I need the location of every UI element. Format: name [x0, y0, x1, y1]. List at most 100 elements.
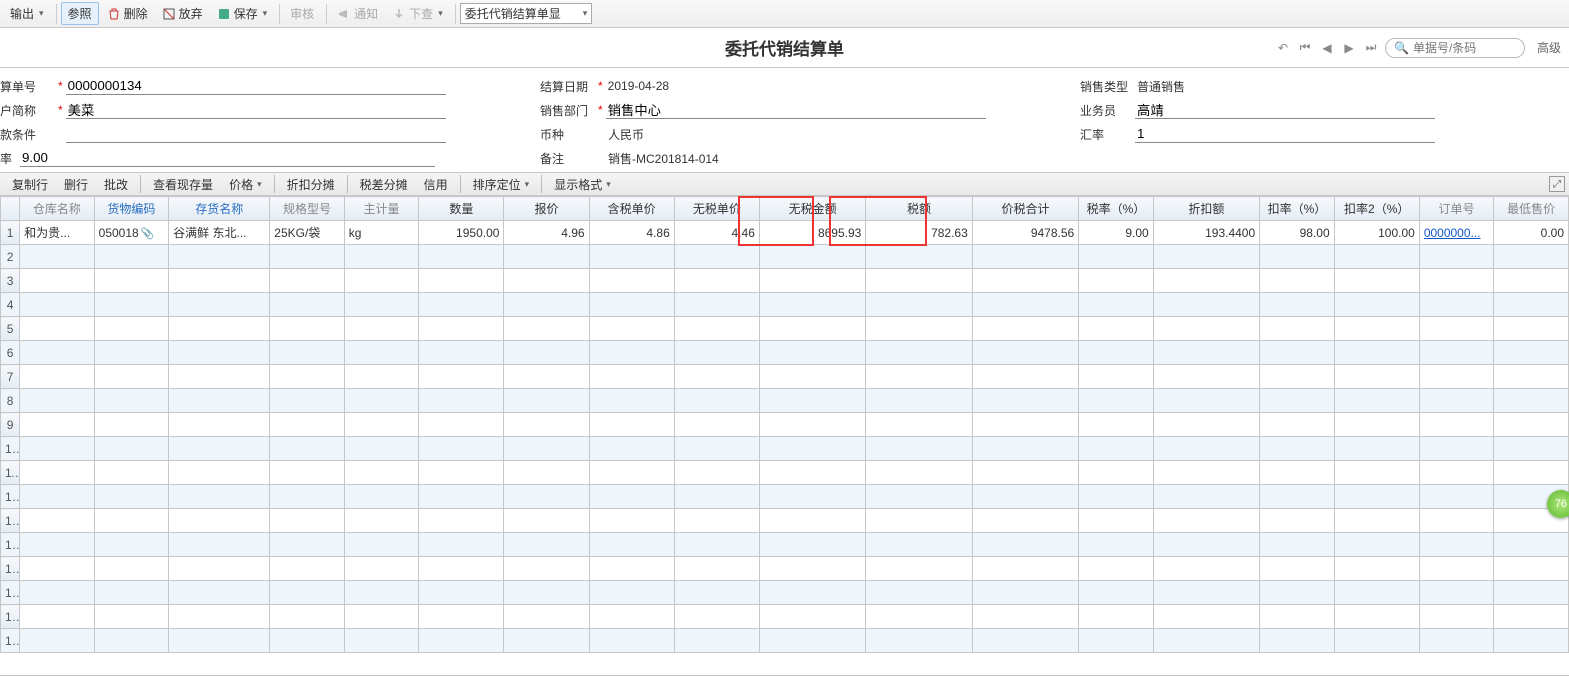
exch-rate-label: 汇率	[1080, 126, 1135, 143]
sales-person-input[interactable]	[1135, 101, 1435, 119]
col-tax-price[interactable]: 含税单价	[589, 197, 674, 221]
table-row[interactable]: 17	[1, 605, 1569, 629]
col-tax-rate[interactable]: 税率（%）	[1079, 197, 1154, 221]
col-notax-price[interactable]: 无税单价	[674, 197, 759, 221]
taxdiff-button[interactable]: 税差分摊	[352, 174, 416, 195]
order-no-label: 算单号	[0, 78, 55, 95]
table-row[interactable]: 7	[1, 365, 1569, 389]
advanced-link[interactable]: 高级	[1537, 39, 1561, 56]
delete-button[interactable]: 删除	[101, 3, 154, 24]
rownum-header[interactable]	[1, 197, 20, 221]
settle-date-label: 结算日期	[540, 78, 595, 95]
col-spec[interactable]: 规格型号	[270, 197, 345, 221]
delete-icon	[107, 7, 121, 21]
table-row[interactable]: 12	[1, 485, 1569, 509]
col-warehouse[interactable]: 仓库名称	[20, 197, 95, 221]
notify-button[interactable]: 通知	[331, 3, 384, 24]
order-ref-link[interactable]: 0000000...	[1424, 226, 1481, 240]
rate-input[interactable]	[20, 149, 435, 167]
col-disc-rate2[interactable]: 扣率2（%）	[1334, 197, 1419, 221]
col-disc-rate[interactable]: 扣率（%）	[1260, 197, 1335, 221]
sales-dept-label: 销售部门	[540, 102, 595, 119]
save-button[interactable]: 保存▾	[211, 3, 274, 24]
exch-rate-input[interactable]	[1135, 125, 1435, 143]
col-main-unit[interactable]: 主计量	[344, 197, 419, 221]
col-notax-amt[interactable]: 无税金额	[759, 197, 865, 221]
search-icon: 🔍	[1394, 41, 1409, 55]
discount-button[interactable]: 折扣分摊	[279, 174, 343, 195]
pay-term-input[interactable]	[66, 125, 446, 143]
col-price[interactable]: 报价	[504, 197, 589, 221]
currency-value: 人民币	[606, 125, 646, 144]
check-stock-button[interactable]: 查看现存量	[145, 174, 221, 195]
table-row[interactable]: 16	[1, 581, 1569, 605]
nav-last-icon[interactable]: ⏭	[1363, 40, 1379, 56]
search-input[interactable]	[1413, 41, 1513, 55]
order-no-input[interactable]	[66, 77, 446, 95]
nav-next-icon[interactable]: ▶	[1341, 40, 1357, 56]
price-button[interactable]: 价格▾	[221, 174, 270, 195]
grid-wrap[interactable]: 仓库名称 货物编码 存货名称 规格型号 主计量 数量 报价 含税单价 无税单价 …	[0, 196, 1569, 676]
audit-button[interactable]: 审核	[284, 3, 320, 24]
rate-label: 率	[0, 150, 20, 167]
table-row[interactable]: 8	[1, 389, 1569, 413]
del-row-button[interactable]: 删行	[56, 174, 96, 195]
table-row[interactable]: 1和为贵...050018📎谷满鲜 东北...25KG/袋kg1950.004.…	[1, 221, 1569, 245]
table-row[interactable]: 13	[1, 509, 1569, 533]
discard-icon	[162, 7, 176, 21]
mode-combo[interactable]: 委托代销结算单显▾	[460, 3, 593, 24]
separator	[140, 175, 141, 193]
col-stock-name[interactable]: 存货名称	[169, 197, 270, 221]
table-row[interactable]: 4	[1, 293, 1569, 317]
separator	[56, 4, 57, 24]
data-grid: 仓库名称 货物编码 存货名称 规格型号 主计量 数量 报价 含税单价 无税单价 …	[0, 196, 1569, 653]
col-total[interactable]: 价税合计	[972, 197, 1078, 221]
copy-row-button[interactable]: 复制行	[4, 174, 56, 195]
table-row[interactable]: 2	[1, 245, 1569, 269]
table-row[interactable]: 10	[1, 437, 1569, 461]
table-row[interactable]: 18	[1, 629, 1569, 653]
separator	[541, 175, 542, 193]
title-bar: 委托代销结算单 ↶ ⏮ ◀ ▶ ⏭ 🔍 高级	[0, 28, 1569, 68]
search-box[interactable]: 🔍	[1385, 38, 1525, 58]
table-row[interactable]: 5	[1, 317, 1569, 341]
separator	[274, 175, 275, 193]
main-toolbar: 输出▾ 参照 删除 放弃 保存▾ 审核 通知 下查▾ 委托代销结算单显▾	[0, 0, 1569, 28]
attachment-icon[interactable]: 📎	[141, 228, 155, 240]
table-row[interactable]: 14	[1, 533, 1569, 557]
col-qty[interactable]: 数量	[419, 197, 504, 221]
sales-person-label: 业务员	[1080, 102, 1135, 119]
col-stock-code[interactable]: 货物编码	[94, 197, 169, 221]
col-min-price[interactable]: 最低售价	[1494, 197, 1569, 221]
batch-button[interactable]: 批改	[96, 174, 136, 195]
table-row[interactable]: 15	[1, 557, 1569, 581]
nav-first-icon[interactable]: ⏮	[1297, 40, 1313, 56]
undo-icon[interactable]: ↶	[1275, 40, 1291, 56]
sales-dept-input[interactable]	[606, 101, 986, 119]
status-badge[interactable]: 76	[1547, 490, 1569, 518]
col-tax-amt[interactable]: 税额	[866, 197, 972, 221]
ref-button[interactable]: 参照	[61, 2, 99, 25]
expand-icon[interactable]: ⤢	[1549, 176, 1565, 192]
display-button[interactable]: 显示格式▾	[546, 174, 619, 195]
pulldown-button[interactable]: 下查▾	[386, 3, 449, 24]
discard-button[interactable]: 放弃	[156, 3, 209, 24]
table-row[interactable]: 9	[1, 413, 1569, 437]
settle-date-value: 2019-04-28	[606, 78, 671, 94]
remark-value: 销售-MC201814-014	[606, 149, 721, 168]
table-row[interactable]: 6	[1, 341, 1569, 365]
down-icon	[392, 7, 406, 21]
separator	[279, 4, 280, 24]
sales-type-label: 销售类型	[1080, 78, 1135, 95]
grid-toolbar: 复制行 删行 批改 查看现存量 价格▾ 折扣分摊 税差分摊 信用 排序定位▾ 显…	[0, 172, 1569, 196]
cust-name-label: 户简称	[0, 102, 55, 119]
cust-name-input[interactable]	[66, 101, 446, 119]
export-button[interactable]: 输出▾	[4, 3, 50, 24]
col-disc-amt[interactable]: 折扣额	[1153, 197, 1259, 221]
nav-prev-icon[interactable]: ◀	[1319, 40, 1335, 56]
col-order-ref[interactable]: 订单号	[1419, 197, 1494, 221]
table-row[interactable]: 11	[1, 461, 1569, 485]
sort-button[interactable]: 排序定位▾	[465, 174, 538, 195]
credit-button[interactable]: 信用	[416, 174, 456, 195]
table-row[interactable]: 3	[1, 269, 1569, 293]
